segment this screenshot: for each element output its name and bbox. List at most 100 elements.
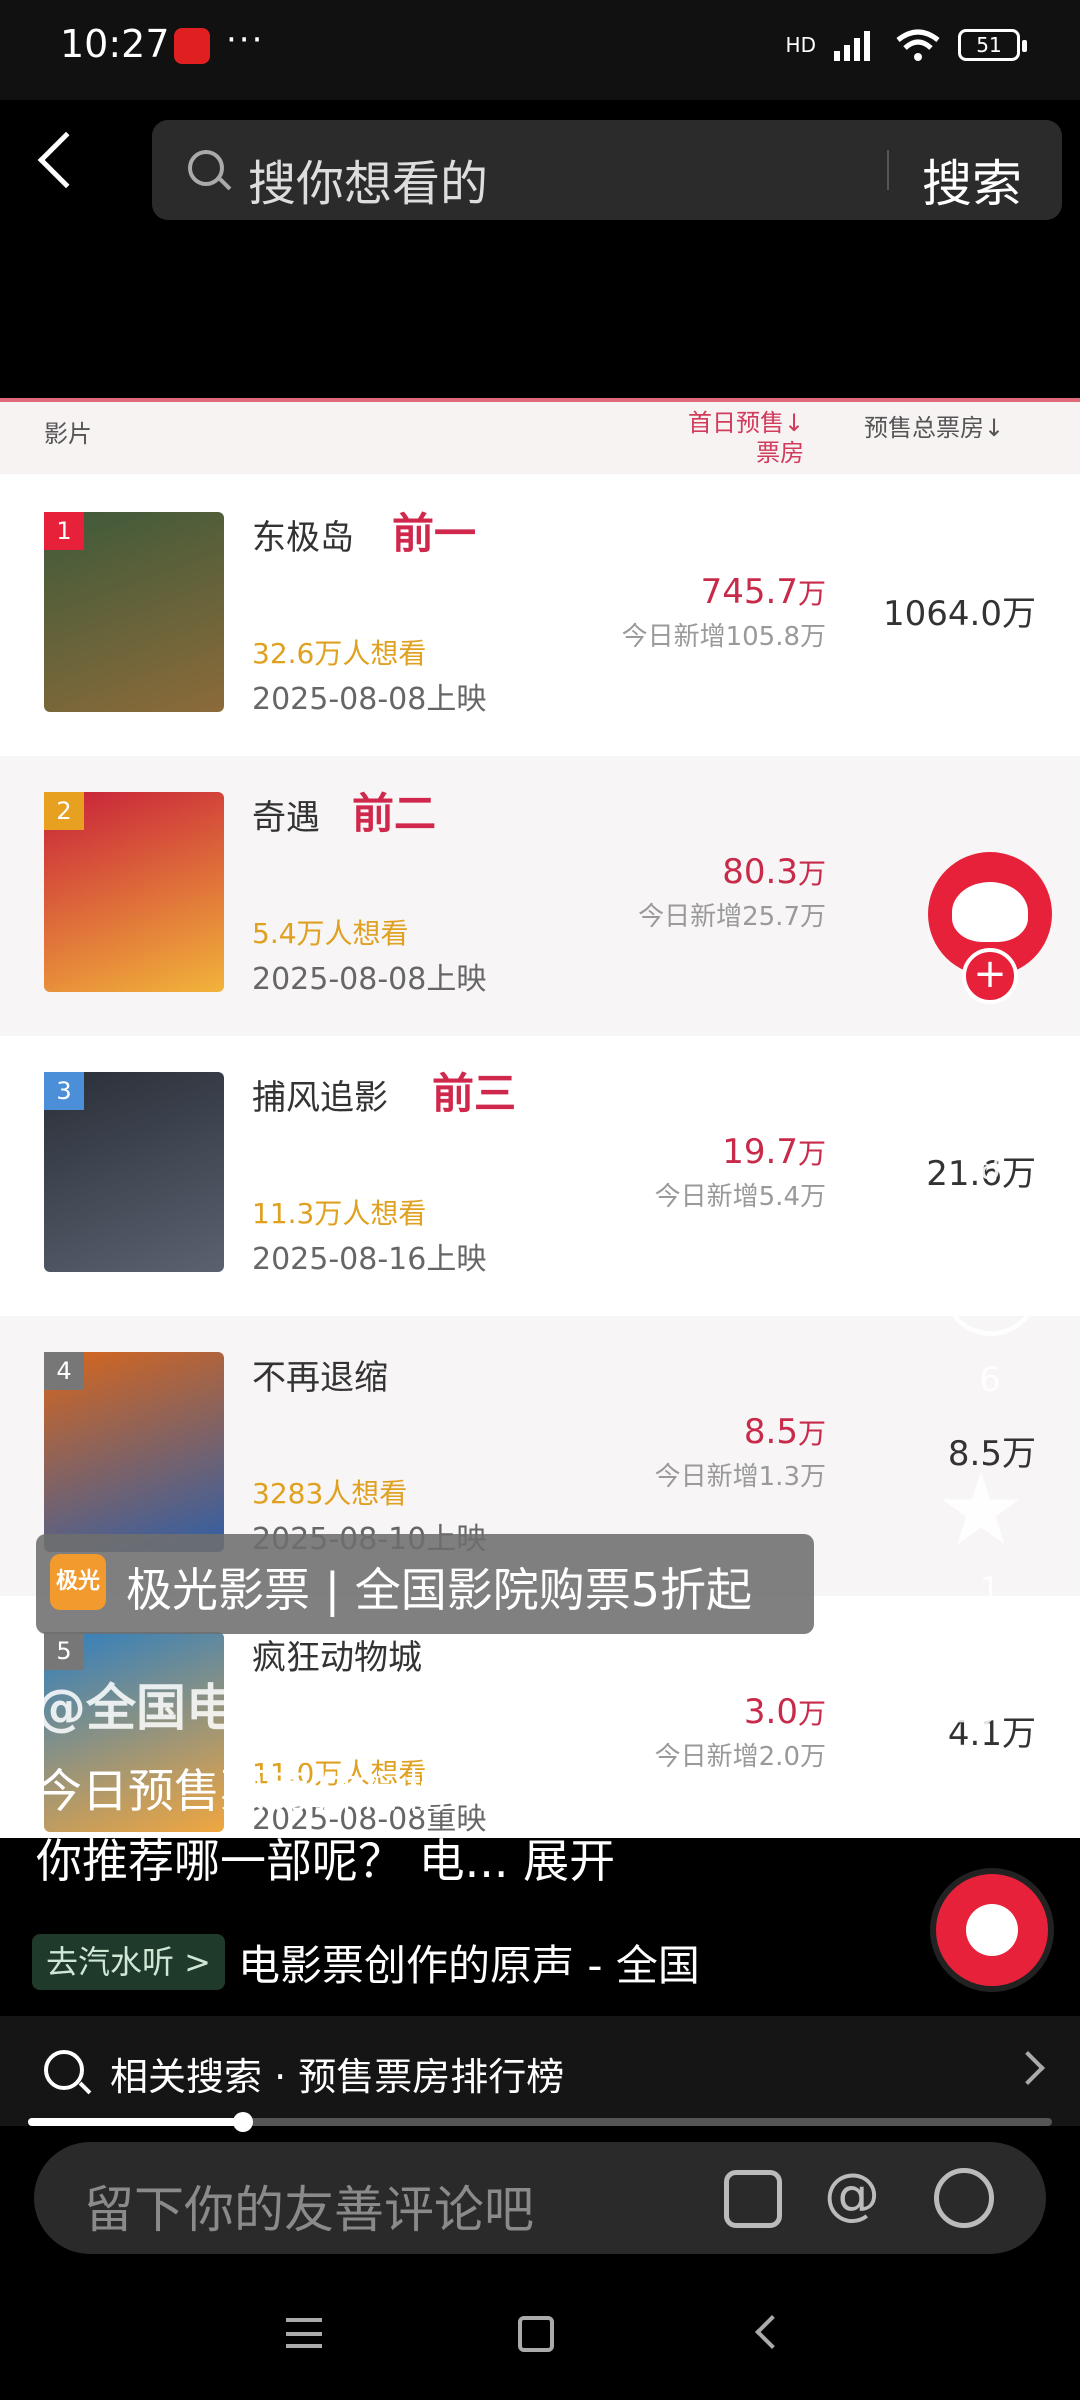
status-bar: 10:27 ··· HD 51	[0, 0, 1080, 100]
presale-unit: 万	[797, 857, 826, 890]
column-header-first-day: 首日预售↓ 票房	[688, 409, 805, 467]
column-header-total: 预售总票房↓	[864, 414, 1005, 442]
share-label: 分享	[956, 1776, 1024, 1816]
favorite-icon[interactable]: ★	[936, 1460, 1026, 1560]
release-date: 2025-08-16上映	[252, 1242, 487, 1277]
presale-value: 80.3	[722, 852, 798, 892]
movie-title: 东极岛	[252, 518, 354, 558]
cat-logo-icon	[952, 882, 1028, 942]
comment-input[interactable]: 留下你的友善评论吧	[84, 2170, 534, 2242]
ad-text: 极光影票 | 全国影院购票5折起	[126, 1563, 753, 1617]
today-increase: 今日新增2.0万	[654, 1742, 826, 1772]
rank-tag: 前一	[392, 509, 477, 558]
table-row: 1 东极岛 前一 32.6万人想看 2025-08-08上映 745.7万 今日…	[0, 476, 1080, 756]
related-search-text: 相关搜索 · 预售票房排行榜	[110, 2055, 565, 2099]
image-icon[interactable]	[724, 2170, 782, 2228]
video-progress-bar[interactable]	[28, 2112, 1052, 2132]
rank-tag: 前三	[432, 1069, 517, 1118]
total-presale: 1064.0万	[883, 594, 1036, 634]
first-day-presale: 80.3万	[722, 852, 826, 892]
follow-plus-icon[interactable]: +	[962, 948, 1018, 1004]
presale-unit: 万	[797, 577, 826, 610]
app-logo-icon: 极光	[50, 1554, 106, 1610]
ad-banner[interactable]: 极光 极光影票 | 全国影院购票5折起	[36, 1534, 814, 1634]
rank-badge: 4	[44, 1352, 84, 1390]
search-icon	[44, 2050, 84, 2090]
want-count: 11.3万人想看	[252, 1197, 427, 1230]
system-navigation-bar	[0, 2268, 1080, 2400]
emoji-icon[interactable]	[934, 2168, 994, 2228]
release-date: 2025-08-08上映	[252, 962, 487, 997]
caption-line: 你推荐哪一部呢？ 电... 展开	[36, 1834, 616, 1888]
clock: 10:27	[60, 22, 170, 66]
favorite-count: 1	[979, 1570, 1001, 1610]
want-count: 3283人想看	[252, 1477, 408, 1510]
table-row: 3 捕风追影 前三 11.3万人想看 2025-08-16上映 19.7万 今日…	[0, 1036, 1080, 1316]
presale-unit: 万	[797, 1137, 826, 1170]
search-bar[interactable]: 搜你想看的 搜索	[152, 120, 1062, 220]
music-title[interactable]: 电影票创作的原声 - 全国电影票	[238, 1932, 698, 1992]
movie-poster: 4	[44, 1352, 224, 1552]
first-day-presale: 8.5万	[744, 1412, 826, 1452]
presale-value: 19.7	[722, 1132, 798, 1172]
music-link-button[interactable]: 去汽水听 >	[32, 1934, 225, 1990]
first-day-presale: 745.7万	[701, 572, 826, 612]
mention-icon[interactable]: @	[824, 2162, 880, 2227]
progress-fill	[28, 2118, 244, 2126]
today-increase: 今日新增5.4万	[654, 1182, 826, 1212]
movie-title: 捕风追影	[252, 1078, 388, 1118]
app-notification-icon	[174, 28, 210, 64]
post-time: · 2天前	[412, 1683, 563, 1737]
rank-badge: 3	[44, 1072, 84, 1110]
comment-bar[interactable]: 留下你的友善评论吧 @	[34, 2142, 1046, 2254]
rank-tag: 前二	[352, 789, 437, 838]
search-input[interactable]: 搜你想看的	[248, 144, 488, 214]
presale-unit: 万	[797, 1417, 826, 1450]
like-icon[interactable]	[940, 1040, 1040, 1130]
presale-value: 8.5	[743, 1412, 798, 1452]
today-increase: 今日新增25.7万	[638, 902, 826, 932]
movie-poster: 2	[44, 792, 224, 992]
rank-badge: 5	[44, 1632, 84, 1670]
rank-badge: 1	[44, 512, 84, 550]
presale-value: 3.0	[743, 1692, 798, 1732]
caption[interactable]: 今日预售票房排行榜前十名， 你推荐哪一部呢？ 电... 展开	[36, 1756, 634, 1896]
caption-line: 今日预售票房排行榜前十名，	[36, 1764, 634, 1818]
music-disc-icon[interactable]	[930, 1868, 1054, 1992]
like-count: 8	[979, 1148, 1001, 1188]
signal-bars-icon	[834, 31, 870, 61]
status-icons: HD 51	[786, 28, 1027, 62]
share-icon[interactable]: ➦	[936, 1664, 1003, 1757]
presale-value: 745.7	[700, 572, 798, 612]
movie-poster: 3	[44, 1072, 224, 1272]
author-name[interactable]: @全国电影票	[36, 1668, 336, 1740]
rank-badge: 2	[44, 792, 84, 830]
movie-title: 奇遇	[252, 798, 320, 838]
release-date: 2025-08-08上映	[252, 682, 487, 717]
divider	[887, 150, 889, 190]
want-count: 5.4万人想看	[252, 917, 409, 950]
first-day-presale: 3.0万	[744, 1692, 826, 1732]
creator-avatar[interactable]: +	[928, 852, 1052, 1004]
chevron-right-icon	[1011, 2051, 1045, 2085]
presale-unit: 万	[797, 1697, 826, 1730]
wifi-icon	[896, 29, 940, 61]
first-day-presale: 19.7万	[722, 1132, 826, 1172]
today-increase: 今日新增1.3万	[654, 1462, 826, 1492]
back-nav-icon[interactable]	[755, 2315, 789, 2349]
battery-icon: 51	[958, 29, 1027, 61]
related-search-bar[interactable]: 相关搜索 · 预售票房排行榜	[0, 2016, 1080, 2126]
search-button[interactable]: 搜索	[922, 144, 1022, 216]
table-row: 2 奇遇 前二 5.4万人想看 2025-08-08上映 80.3万 今日新增2…	[0, 756, 1080, 1036]
today-increase: 今日新增105.8万	[621, 622, 826, 652]
disc-center	[966, 1904, 1018, 1956]
more-notifications-icon: ···	[226, 20, 265, 60]
home-icon[interactable]	[518, 2316, 554, 2352]
movie-title: 不再退缩	[252, 1358, 388, 1398]
progress-knob[interactable]	[233, 2112, 254, 2132]
column-header-film: 影片	[44, 420, 92, 448]
comment-icon[interactable]	[946, 1256, 1036, 1336]
movie-poster: 1	[44, 512, 224, 712]
want-count: 32.6万人想看	[252, 637, 427, 670]
menu-icon[interactable]	[286, 2318, 322, 2348]
